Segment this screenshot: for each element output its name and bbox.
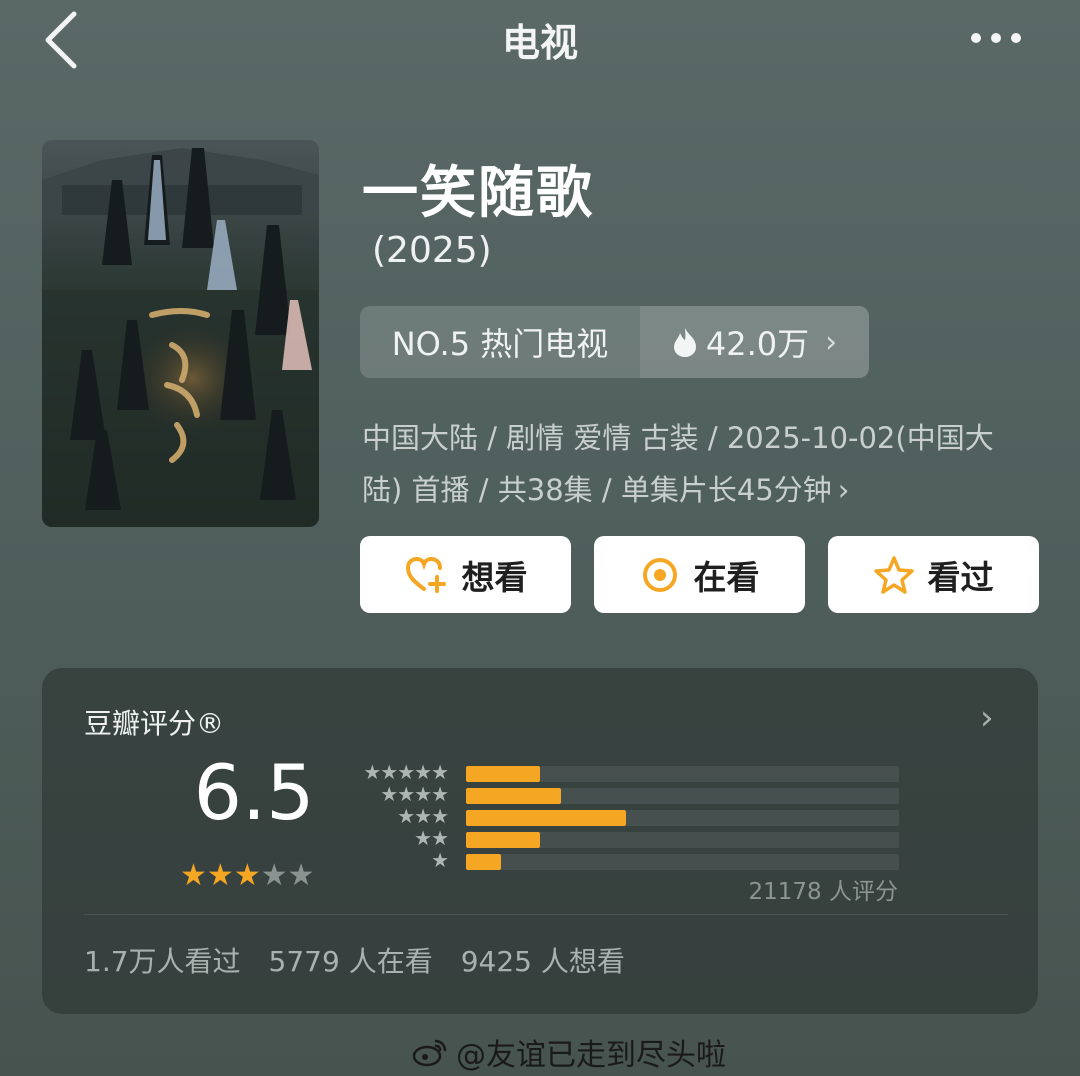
watching-label: 在看 — [693, 557, 760, 597]
more-dots-icon — [971, 33, 981, 43]
watermark: @友谊已走到尽头啦 — [412, 1030, 726, 1074]
distribution-bar — [466, 788, 561, 804]
poster-image[interactable] — [42, 140, 319, 527]
star-filled-icon: ★ — [206, 858, 234, 893]
watched-label: 看过 — [927, 557, 994, 597]
distribution-track — [466, 854, 899, 870]
rating-label: 豆瓣评分® — [84, 707, 225, 740]
show-meta[interactable]: 中国大陆 / 剧情 爱情 古装 / 2025-10-02(中国大陆) 首播 / … — [362, 412, 1032, 516]
star-empty-icon: ★ — [287, 858, 315, 893]
watched-count: 1.7万人看过 — [84, 945, 241, 978]
star-icon — [873, 555, 914, 594]
rating-score: 6.5 — [193, 748, 315, 837]
want-to-watch-button[interactable]: 想看 — [360, 536, 571, 613]
distribution-stars: ★★★ — [397, 804, 449, 828]
distribution-row: ★★★★ — [350, 782, 900, 806]
watching-count: 5779 人在看 — [268, 945, 433, 978]
heart-plus-icon — [405, 556, 446, 593]
star-empty-icon: ★ — [260, 858, 288, 893]
weibo-logo-icon — [412, 1039, 447, 1067]
distribution-bar — [466, 854, 501, 870]
watermark-handle: @友谊已走到尽头啦 — [456, 1038, 726, 1073]
star-filled-icon: ★ — [180, 858, 207, 893]
distribution-row: ★★★ — [350, 804, 900, 828]
meta-text: 中国大陆 / 剧情 爱情 古装 / 2025-10-02(中国大陆) 首播 / … — [362, 421, 994, 507]
star-filled-icon: ★ — [233, 858, 261, 893]
distribution-bar — [466, 810, 626, 826]
heat-section[interactable]: 42.0万 › — [640, 306, 869, 378]
distribution-stars: ★ — [431, 848, 449, 872]
rating-count: 21178 人评分 — [748, 879, 898, 905]
distribution-stars: ★★ — [414, 826, 449, 850]
show-year: (2025) — [372, 230, 492, 271]
distribution-stars: ★★★★ — [380, 782, 449, 806]
watching-button[interactable]: 在看 — [594, 536, 805, 613]
distribution-bar — [466, 832, 540, 848]
chevron-right-icon: › — [825, 324, 838, 360]
distribution-row: ★★ — [350, 826, 900, 850]
want-count: 9425 人想看 — [460, 945, 625, 978]
distribution-row: ★★★★★ — [350, 760, 900, 784]
score-stars: ★★★★★ — [180, 858, 315, 893]
target-icon — [642, 557, 677, 592]
flame-icon — [673, 328, 696, 357]
distribution-stars: ★★★★★ — [363, 760, 449, 784]
distribution-row: ★ — [350, 848, 900, 872]
watched-button[interactable]: 看过 — [828, 536, 1039, 613]
heat-value: 42.0万 — [705, 325, 810, 363]
want-label: 想看 — [461, 557, 528, 597]
more-button[interactable] — [960, 20, 1032, 56]
page-title: 电视 — [501, 21, 578, 65]
chevron-right-icon: › — [837, 473, 850, 507]
ranking-badge[interactable]: NO.5 热门电视 42.0万 › — [360, 306, 869, 378]
divider — [84, 914, 1008, 915]
poster-artwork — [42, 140, 319, 527]
show-title: 一笑随歌 — [362, 161, 594, 226]
chevron-right-icon[interactable]: › — [980, 698, 994, 738]
rank-label: NO.5 热门电视 — [360, 306, 640, 378]
watch-stats: 1.7万人看过 5779 人在看 9425 人想看 — [84, 940, 625, 980]
distribution-bar — [466, 766, 540, 782]
